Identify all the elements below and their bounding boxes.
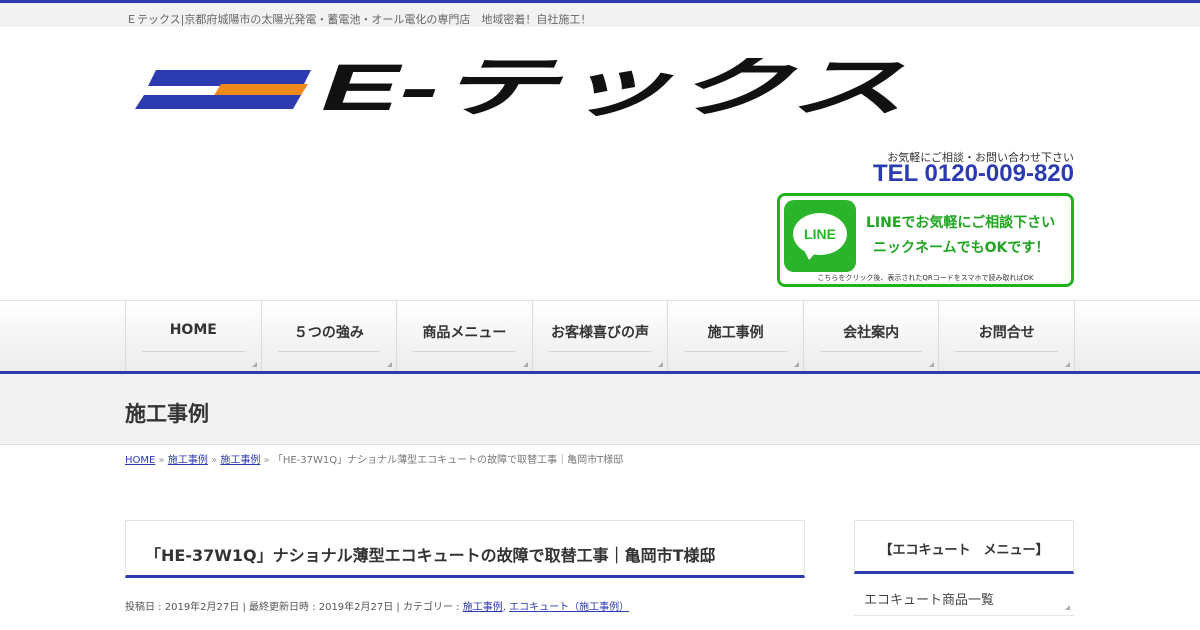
corner-arrow-icon — [658, 362, 664, 367]
nav-items: HOME ５つの強み 商品メニュー お客様喜びの声 施工事例 会社案内 お問合せ — [125, 301, 1076, 371]
breadcrumb-separator: » — [158, 455, 165, 466]
nav-item-strengths[interactable]: ５つの強み — [262, 301, 398, 371]
post-category-link[interactable]: エコキュート（施工事例） — [509, 602, 629, 613]
nav-item-company[interactable]: 会社案内 — [804, 301, 940, 371]
logo-text: E-テックス — [321, 58, 906, 118]
nav-label: 商品メニュー — [422, 325, 507, 341]
breadcrumb-separator: » — [263, 455, 270, 466]
nav-label: お客様喜びの声 — [551, 325, 650, 341]
nav-underline — [955, 351, 1059, 352]
post-category-link[interactable]: 施工事例 — [463, 602, 503, 613]
corner-arrow-icon — [251, 362, 257, 367]
corner-arrow-icon — [387, 362, 393, 367]
page-title: 施工事例 — [125, 402, 209, 426]
line-icon-word: LINE — [804, 226, 836, 242]
nav-label: 会社案内 — [843, 325, 900, 341]
line-banner-note: こちらをクリック後、表示されたQRコードをスマホで読み取ればOK — [817, 274, 1034, 282]
site-tagline: Ｅテックス|京都府城陽市の太陽光発電・蓄電池・オール電化の専門店 地域密着！自社… — [126, 13, 592, 26]
line-bubble-tail — [804, 250, 818, 260]
tel-number[interactable]: TEL 0120-009-820 — [873, 160, 1074, 188]
nav-underline — [819, 351, 923, 352]
nav-item-contact[interactable]: お問合せ — [939, 301, 1076, 371]
post-title: 「HE-37W1Q」ナショナル薄型エコキュートの故障で取替工事｜亀岡市T様邸 — [145, 546, 716, 565]
corner-arrow-icon — [793, 362, 799, 367]
breadcrumb: HOME » 施工事例 » 施工事例 » 「HE-37W1Q」ナショナル薄型エコ… — [125, 451, 623, 466]
line-banner-text-2: ニックネームでもOKです！ — [873, 240, 1050, 256]
page-title-band: 施工事例 — [0, 374, 1200, 445]
nav-label: ５つの強み — [293, 325, 364, 341]
sidebar-item-ecocute-list[interactable]: エコキュート商品一覧 — [854, 580, 1074, 616]
tagline-bar: Ｅテックス|京都府城陽市の太陽光発電・蓄電池・オール電化の専門店 地域密着！自社… — [0, 3, 1200, 27]
nav-underline — [277, 351, 381, 352]
sidebar-widget-header: 【エコキュート メニュー】 — [854, 520, 1074, 574]
nav-item-home[interactable]: HOME — [126, 301, 262, 371]
nav-item-testimonials[interactable]: お客様喜びの声 — [533, 301, 669, 371]
logo-graphic: E-テックス — [135, 50, 906, 124]
breadcrumb-separator: » — [211, 455, 218, 466]
nav-label: 施工事例 — [707, 325, 764, 341]
line-banner-text-1: LINEでお気軽にご相談下さい — [866, 215, 1056, 231]
line-icon: LINE — [784, 200, 856, 272]
post-meta-dates: 投稿日 : 2019年2月27日 | 最終更新日時 : 2019年2月27日 |… — [125, 602, 463, 613]
corner-arrow-icon — [929, 362, 935, 367]
nav-label: お問合せ — [978, 325, 1035, 341]
corner-arrow-icon — [522, 362, 528, 367]
nav-underline — [684, 351, 787, 352]
nav-item-cases[interactable]: 施工事例 — [668, 301, 804, 371]
breadcrumb-category-link[interactable]: 施工事例 — [168, 455, 208, 466]
nav-item-products[interactable]: 商品メニュー — [397, 301, 533, 371]
nav-label: HOME — [169, 322, 217, 338]
nav-underline — [142, 351, 245, 352]
sidebar-title: 【エコキュート メニュー】 — [879, 543, 1049, 558]
post-title-box: 「HE-37W1Q」ナショナル薄型エコキュートの故障で取替工事｜亀岡市T様邸 — [125, 520, 805, 578]
line-banner[interactable]: LINE LINEでお気軽にご相談下さい ニックネームでもOKです！ こちらをク… — [777, 193, 1074, 287]
post-meta: 投稿日 : 2019年2月27日 | 最終更新日時 : 2019年2月27日 |… — [125, 598, 629, 613]
global-nav: HOME ５つの強み 商品メニュー お客様喜びの声 施工事例 会社案内 お問合せ — [0, 300, 1200, 371]
breadcrumb-home-link[interactable]: HOME — [125, 455, 155, 466]
sidebar-item-label: エコキュート商品一覧 — [864, 593, 995, 608]
nav-underline — [413, 351, 516, 352]
corner-arrow-icon — [1065, 362, 1071, 367]
nav-underline — [548, 351, 652, 352]
site-logo[interactable]: E-テックス — [126, 50, 926, 124]
breadcrumb-current: 「HE-37W1Q」ナショナル薄型エコキュートの故障で取替工事｜亀岡市T様邸 — [272, 455, 624, 466]
breadcrumb-subcategory-link[interactable]: 施工事例 — [220, 455, 260, 466]
corner-arrow-icon — [1065, 605, 1070, 610]
